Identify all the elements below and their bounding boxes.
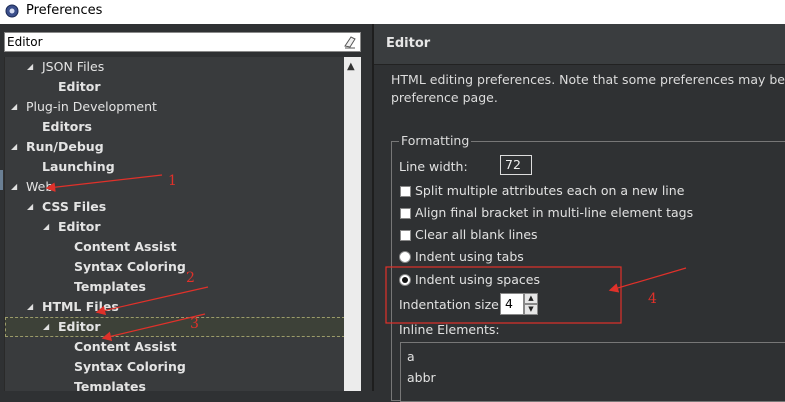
- window-edge-marker: [0, 170, 3, 190]
- tree-item-html-files[interactable]: ◢ HTML Files: [5, 297, 345, 317]
- tree-item-css-content-assist[interactable]: Content Assist: [5, 237, 345, 257]
- tree-item-run-debug[interactable]: ◢ Run/Debug: [5, 137, 345, 157]
- expanded-triangle-icon[interactable]: ◢: [43, 322, 49, 332]
- indent-spaces-label[interactable]: Indent using spaces: [415, 272, 540, 287]
- preferences-tree-pane: ◢ JSON Files Editor ◢ Plug-in Developmen…: [0, 24, 372, 391]
- tree-item-editors[interactable]: Editors: [5, 117, 345, 137]
- annotation-label-3: 3: [190, 316, 199, 332]
- line-width-input[interactable]: 72: [500, 155, 532, 175]
- expanded-triangle-icon[interactable]: ◢: [27, 202, 33, 212]
- tree-item-html-templates[interactable]: Templates: [5, 377, 345, 391]
- tree-item-html-syntax-coloring[interactable]: Syntax Coloring: [5, 357, 345, 377]
- annotation-label-2: 2: [186, 270, 195, 286]
- title-bar: Preferences: [0, 0, 785, 25]
- tree-item-html-content-assist[interactable]: Content Assist: [5, 337, 345, 357]
- tree-item-css-files[interactable]: ◢ CSS Files: [5, 197, 345, 217]
- tree-item-plugin-development[interactable]: ◢ Plug-in Development: [5, 97, 345, 117]
- preferences-tree: ◢ JSON Files Editor ◢ Plug-in Developmen…: [4, 57, 345, 391]
- expanded-triangle-icon[interactable]: ◢: [27, 62, 33, 72]
- page-description: HTML editing preferences. Note that some…: [391, 72, 785, 105]
- preference-page: Editor HTML editing preferences. Note th…: [374, 24, 785, 402]
- align-bracket-checkbox[interactable]: [400, 208, 411, 219]
- indent-spaces-radio[interactable]: [399, 274, 411, 286]
- expanded-triangle-icon[interactable]: ◢: [11, 142, 17, 152]
- window-title: Preferences: [26, 3, 103, 18]
- tree-item-css-templates[interactable]: Templates: [5, 277, 345, 297]
- annotation-label-4: 4: [648, 291, 657, 307]
- align-bracket-label[interactable]: Align final bracket in multi-line elemen…: [415, 205, 693, 220]
- page-title: Editor: [386, 36, 431, 51]
- list-item[interactable]: abbr: [407, 370, 436, 385]
- filter-box: [4, 32, 361, 52]
- tree-item-css-syntax-coloring[interactable]: Syntax Coloring: [5, 257, 345, 277]
- spinner-down-icon[interactable]: ▼: [524, 304, 538, 315]
- expanded-triangle-icon[interactable]: ◢: [43, 222, 49, 232]
- indentation-size-spinner[interactable]: 4 ▲ ▼: [500, 293, 538, 315]
- formatting-group-title: Formatting: [399, 133, 472, 148]
- indent-tabs-label[interactable]: Indent using tabs: [415, 249, 524, 264]
- scroll-up-arrow-icon[interactable]: ▲: [347, 61, 355, 72]
- clear-filter-icon[interactable]: [342, 34, 358, 50]
- annotation-label-1: 1: [168, 173, 177, 189]
- filter-input[interactable]: [7, 34, 337, 50]
- tree-item-html-editor[interactable]: ◢ Editor: [5, 317, 345, 337]
- expanded-triangle-icon[interactable]: ◢: [27, 302, 33, 312]
- clear-blank-lines-checkbox[interactable]: [400, 230, 411, 241]
- spinner-up-icon[interactable]: ▲: [524, 293, 538, 304]
- clear-blank-lines-label[interactable]: Clear all blank lines: [415, 227, 538, 242]
- indentation-size-value[interactable]: 4: [500, 293, 524, 315]
- indentation-size-label: Indentation size:: [399, 297, 504, 312]
- indent-tabs-radio[interactable]: [399, 251, 411, 263]
- tree-item-json-editor[interactable]: Editor: [5, 77, 345, 97]
- split-attributes-label[interactable]: Split multiple attributes each on a new …: [415, 183, 684, 198]
- tree-item-css-editor[interactable]: ◢ Editor: [5, 217, 345, 237]
- expanded-triangle-icon[interactable]: ◢: [11, 182, 17, 192]
- list-item[interactable]: a: [407, 349, 415, 364]
- tree-scrollbar[interactable]: ▲: [344, 57, 361, 391]
- inline-elements-label: Inline Elements:: [399, 322, 500, 337]
- split-attributes-checkbox[interactable]: [400, 186, 411, 197]
- expanded-triangle-icon[interactable]: ◢: [11, 102, 17, 112]
- line-width-label: Line width:: [399, 159, 468, 174]
- tree-item-json-files[interactable]: ◢ JSON Files: [5, 57, 345, 77]
- page-header: Editor: [374, 24, 785, 65]
- preferences-app-icon: [5, 4, 19, 18]
- inline-elements-list[interactable]: a abbr: [400, 342, 785, 402]
